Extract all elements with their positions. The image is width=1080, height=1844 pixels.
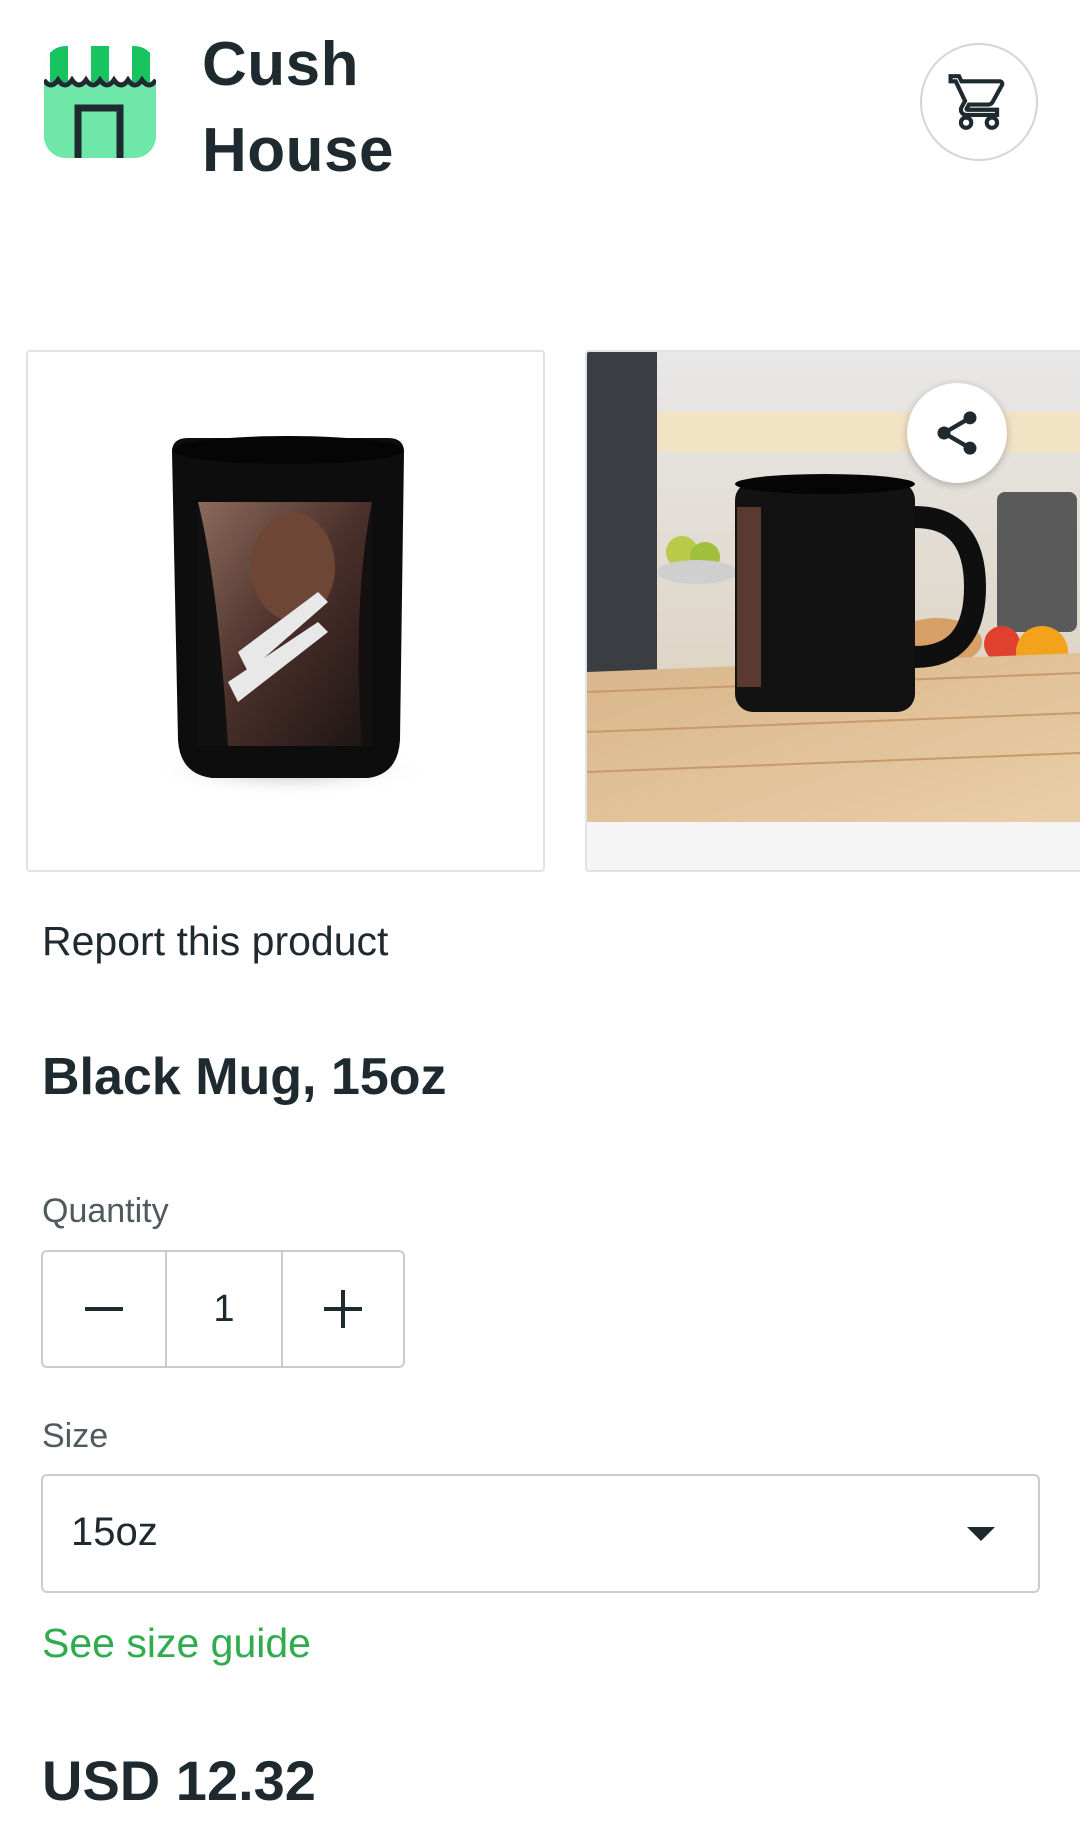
header: Cush House <box>0 0 1080 200</box>
store-name-line2: House <box>202 116 394 185</box>
store-name-line1: Cush <box>202 30 359 99</box>
size-select[interactable]: 15oz <box>41 1474 1040 1593</box>
product-title: Black Mug, 15oz <box>42 1048 447 1106</box>
quantity-decrease-button[interactable] <box>43 1252 167 1366</box>
quantity-input[interactable]: 1 <box>167 1252 283 1366</box>
quantity-label: Quantity <box>42 1192 169 1230</box>
size-label: Size <box>42 1417 109 1455</box>
quantity-stepper: 1 <box>41 1250 405 1368</box>
share-icon <box>937 411 977 455</box>
size-guide-link[interactable]: See size guide <box>42 1620 311 1667</box>
quantity-increase-button[interactable] <box>283 1252 403 1366</box>
store-name[interactable]: Cush House <box>202 22 394 194</box>
plus-icon <box>324 1290 362 1328</box>
report-product-link[interactable]: Report this product <box>42 918 388 965</box>
product-price: USD 12.32 <box>42 1749 316 1812</box>
cart-button[interactable] <box>920 43 1038 161</box>
store-logo-icon[interactable] <box>44 46 156 158</box>
minus-icon <box>85 1307 123 1311</box>
share-button[interactable] <box>907 383 1007 483</box>
shopping-cart-icon <box>948 74 1005 130</box>
chevron-down-icon <box>967 1527 995 1541</box>
product-image-front[interactable] <box>26 350 545 872</box>
size-selected-value: 15oz <box>71 1510 158 1554</box>
